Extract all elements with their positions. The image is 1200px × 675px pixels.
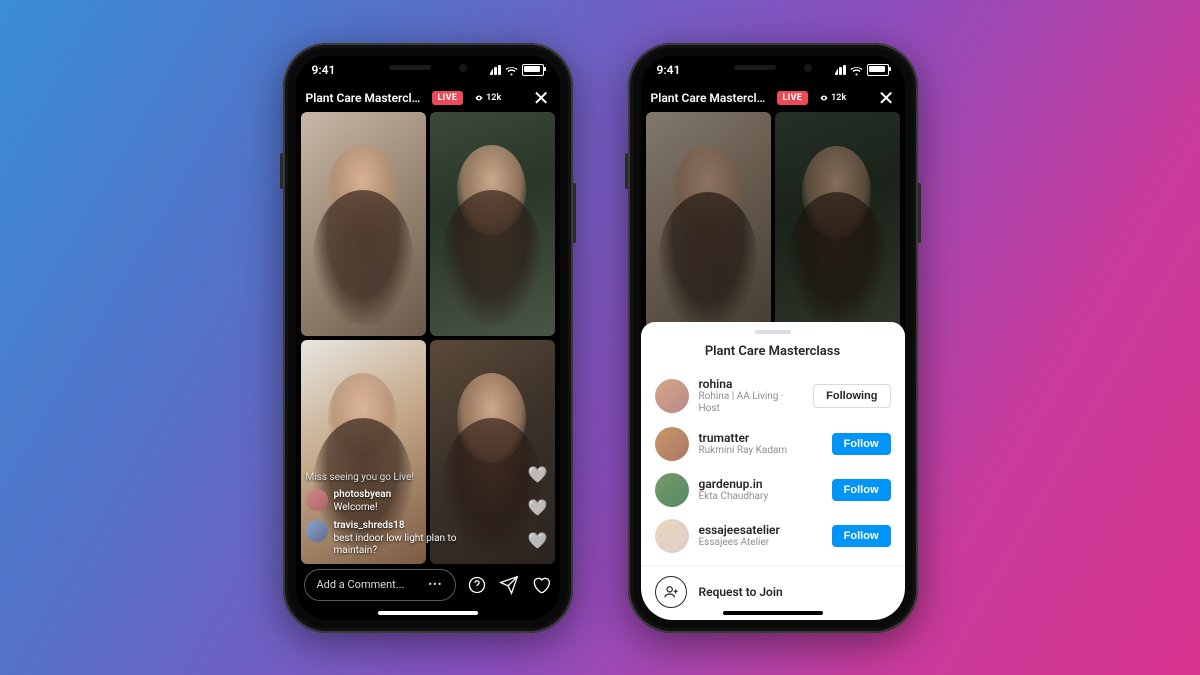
participant-row[interactable]: trumatter Rukmini Ray Kadam Follow [641, 421, 905, 467]
heart-icon: 🤍 [528, 498, 548, 517]
participant-row[interactable]: rohina Rohina | AA Living · Host Followi… [641, 371, 905, 421]
stage: 9:41 Plant Care Mastercla... LIVE 12k ✕ [0, 0, 1200, 675]
send-icon[interactable] [498, 574, 520, 596]
comment-row[interactable]: travis_shreds18 best indoor low light pl… [306, 520, 500, 558]
close-icon[interactable]: ✕ [533, 88, 550, 108]
comment-user: photosbyean [334, 489, 392, 502]
live-title: Plant Care Mastercla... [651, 91, 771, 105]
avatar [655, 379, 689, 413]
bottom-bar: Add a Comment... ••• [304, 568, 552, 602]
participant-row[interactable]: gardenup.in Ekta Chaudhary Follow [641, 467, 905, 513]
viewer-count[interactable]: 12k [469, 91, 507, 105]
phone-left: 9:41 Plant Care Mastercla... LIVE 12k ✕ [283, 43, 573, 633]
live-badge: LIVE [432, 91, 464, 105]
live-title: Plant Care Mastercla... [306, 91, 426, 105]
close-icon[interactable]: ✕ [878, 88, 895, 108]
add-person-icon [655, 576, 687, 608]
status-right [486, 64, 544, 76]
sheet-title: Plant Care Masterclass [641, 344, 905, 359]
participant-username: rohina [699, 377, 804, 391]
system-message: Miss seeing you go Live! [306, 472, 500, 483]
heart-icon: 🤍 [528, 465, 548, 484]
notch [708, 56, 838, 80]
home-indicator[interactable] [723, 611, 823, 615]
following-button[interactable]: Following [813, 384, 890, 408]
request-label: Request to Join [699, 585, 783, 599]
eye-icon [475, 94, 483, 102]
participant-subtitle: Rohina | AA Living · Host [699, 391, 804, 415]
participant-username: essajeesatelier [699, 523, 822, 537]
live-header: Plant Care Mastercla... LIVE 12k ✕ [296, 88, 560, 108]
notch [363, 56, 493, 80]
follow-button[interactable]: Follow [832, 479, 891, 501]
participants-sheet: Plant Care Masterclass rohina Rohina | A… [641, 322, 905, 620]
live-badge: LIVE [777, 91, 809, 105]
more-icon[interactable]: ••• [428, 578, 442, 591]
avatar [655, 473, 689, 507]
participant-subtitle: Ekta Chaudhary [699, 491, 822, 503]
status-time: 9:41 [657, 63, 681, 77]
viewer-count[interactable]: 12k [814, 91, 852, 105]
video-tile-1[interactable] [301, 112, 426, 336]
status-time: 9:41 [312, 63, 336, 77]
participant-subtitle: Essajees Atelier [699, 537, 822, 549]
participant-subtitle: Rukmini Ray Kadam [699, 445, 822, 457]
question-icon[interactable] [466, 574, 488, 596]
comment-text: Welcome! [334, 502, 378, 513]
comment-input[interactable]: Add a Comment... ••• [304, 569, 456, 601]
heart-icon: 🤍 [528, 531, 548, 550]
battery-icon [867, 64, 889, 76]
screen-right: 9:41 Plant Care Mastercla... LIVE 12k ✕ [641, 56, 905, 620]
participant-list: rohina Rohina | AA Living · Host Followi… [641, 371, 905, 559]
comment-placeholder: Add a Comment... [317, 578, 405, 591]
sheet-grabber[interactable] [755, 330, 791, 334]
avatar [655, 519, 689, 553]
comment-user: travis_shreds18 [334, 520, 500, 533]
avatar [306, 489, 328, 511]
comments-overlay: Miss seeing you go Live! photosbyean Wel… [306, 472, 500, 558]
screen-left: 9:41 Plant Care Mastercla... LIVE 12k ✕ [296, 56, 560, 620]
floating-hearts: 🤍 🤍 🤍 [528, 465, 548, 550]
comment-row[interactable]: photosbyean Welcome! [306, 489, 500, 514]
home-indicator[interactable] [378, 611, 478, 615]
heart-icon[interactable] [530, 574, 552, 596]
wifi-icon [850, 65, 863, 75]
participant-row[interactable]: essajeesatelier Essajees Atelier Follow [641, 513, 905, 559]
status-right [831, 64, 889, 76]
participant-username: gardenup.in [699, 477, 822, 491]
video-tile-2[interactable] [430, 112, 555, 336]
follow-button[interactable]: Follow [832, 433, 891, 455]
phone-right: 9:41 Plant Care Mastercla... LIVE 12k ✕ [628, 43, 918, 633]
wifi-icon [505, 65, 518, 75]
participant-username: trumatter [699, 431, 822, 445]
follow-button[interactable]: Follow [832, 525, 891, 547]
eye-icon [820, 94, 828, 102]
avatar [655, 427, 689, 461]
avatar [306, 520, 328, 542]
comment-text: best indoor low light plan to maintain? [334, 533, 457, 557]
battery-icon [522, 64, 544, 76]
live-header: Plant Care Mastercla... LIVE 12k ✕ [641, 88, 905, 108]
